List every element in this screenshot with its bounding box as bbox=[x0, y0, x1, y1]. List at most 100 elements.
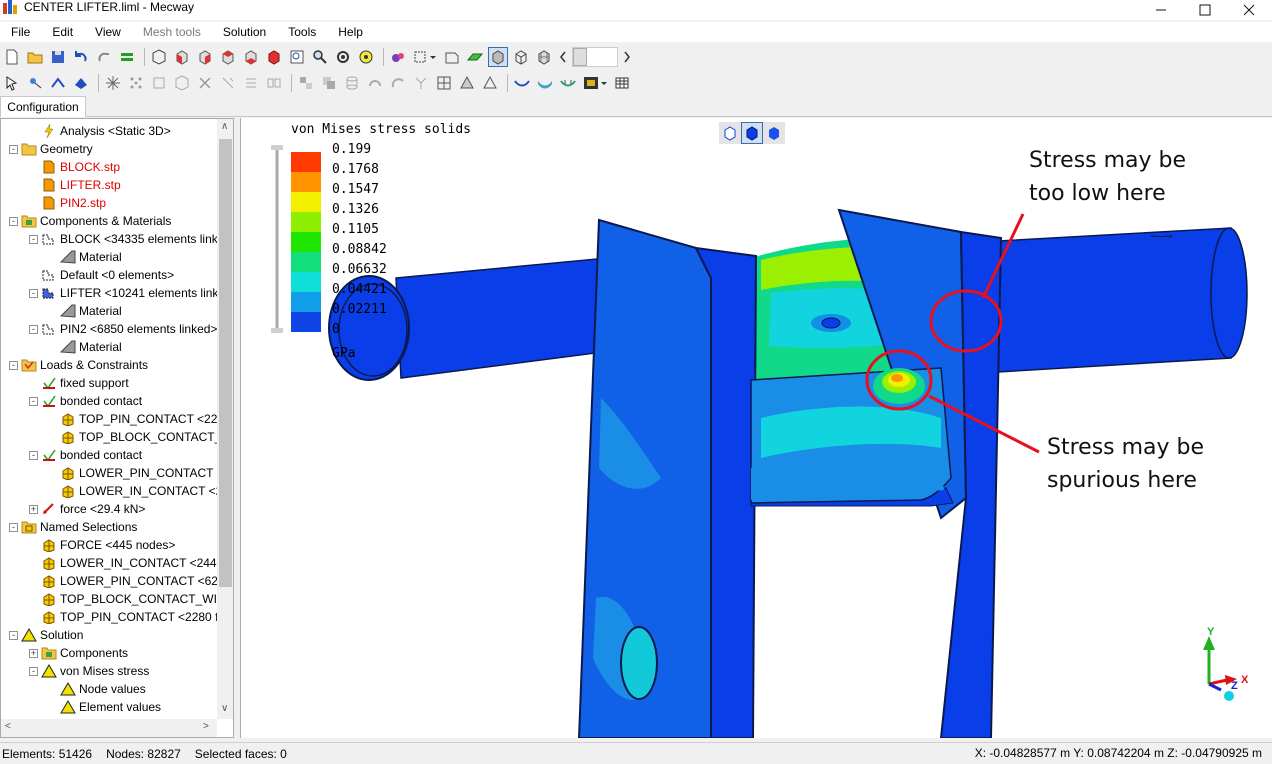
collapse-icon[interactable]: - bbox=[9, 522, 18, 532]
view-top-button[interactable] bbox=[218, 47, 238, 67]
new-file-button[interactable] bbox=[2, 47, 22, 67]
tree-item[interactable]: Material bbox=[48, 302, 122, 320]
tab-configuration[interactable]: Configuration bbox=[0, 96, 86, 117]
view-back-button[interactable] bbox=[195, 47, 215, 67]
square-button[interactable] bbox=[149, 73, 169, 93]
tree-item[interactable]: TOP_BLOCK_CONTACT_WIT bbox=[29, 590, 217, 608]
select-button[interactable] bbox=[2, 73, 22, 93]
plane-button[interactable] bbox=[465, 47, 485, 67]
tree-item[interactable]: LOWER_IN_CONTACT <244 f bbox=[29, 554, 217, 572]
refine-button[interactable] bbox=[434, 73, 454, 93]
tree-item[interactable]: - bonded contact bbox=[29, 392, 142, 410]
triangle-button[interactable] bbox=[480, 73, 500, 93]
split-button[interactable] bbox=[218, 73, 238, 93]
graphics-viewport[interactable]: von Mises stress solids 0.199 0.1768 0.154… bbox=[240, 118, 1272, 738]
fea-model-render[interactable] bbox=[241, 118, 1272, 738]
scroll-up-icon[interactable]: ∧ bbox=[221, 121, 228, 132]
tree-item[interactable]: - Loads & Constraints bbox=[9, 356, 148, 374]
scroll-down-icon[interactable]: ∨ bbox=[221, 703, 228, 714]
collapse-icon[interactable]: - bbox=[29, 396, 38, 406]
tree-item[interactable]: TOP_BLOCK_CONTACT_W bbox=[48, 428, 217, 446]
tree-item[interactable]: LOWER_IN_CONTACT <2 bbox=[48, 482, 217, 500]
mesh-view-button[interactable] bbox=[534, 47, 554, 67]
collapse-icon[interactable]: - bbox=[9, 216, 18, 226]
save-button[interactable] bbox=[48, 47, 68, 67]
previous-view-button[interactable] bbox=[557, 47, 569, 67]
explode-button[interactable] bbox=[103, 73, 123, 93]
tree-item[interactable]: BLOCK.stp bbox=[29, 158, 120, 176]
collapse-icon[interactable]: - bbox=[29, 288, 38, 298]
tree-horizontal-scrollbar[interactable]: < > bbox=[1, 719, 217, 737]
tree-item[interactable]: Node values bbox=[48, 680, 146, 698]
menu-file[interactable]: File bbox=[0, 25, 41, 39]
open-file-button[interactable] bbox=[25, 47, 45, 67]
tree-item[interactable]: Element values bbox=[48, 698, 161, 716]
mirror-button[interactable] bbox=[264, 73, 284, 93]
tree-item[interactable]: Material bbox=[48, 338, 122, 356]
tree-vertical-scrollbar[interactable]: ∧ ∨ bbox=[217, 119, 233, 719]
view-front-button[interactable] bbox=[172, 47, 192, 67]
minimize-button[interactable] bbox=[1138, 0, 1184, 20]
tree-item[interactable]: + force <29.4 kN> bbox=[29, 500, 145, 518]
extrude-button[interactable] bbox=[342, 73, 362, 93]
select-face-button[interactable] bbox=[71, 73, 91, 93]
tree-item[interactable]: fixed support bbox=[29, 374, 129, 392]
tree-item[interactable]: + Components bbox=[29, 644, 128, 662]
scroll-right-icon[interactable]: > bbox=[203, 721, 209, 732]
tree-item[interactable]: - PIN2 <6850 elements linked> bbox=[29, 320, 217, 338]
tree-item[interactable]: FORCE <445 nodes> bbox=[29, 536, 175, 554]
menu-mesh-tools[interactable]: Mesh tools bbox=[132, 25, 212, 39]
close-button[interactable] bbox=[1226, 0, 1272, 20]
tree-item[interactable]: - bonded contact bbox=[29, 446, 142, 464]
view-iso-button[interactable] bbox=[149, 47, 169, 67]
tree-item[interactable]: Material bbox=[48, 248, 122, 266]
surface-shaded-button[interactable] bbox=[535, 73, 555, 93]
hex-button[interactable] bbox=[172, 73, 192, 93]
pan-button[interactable] bbox=[356, 47, 376, 67]
tree-item[interactable]: Analysis <Static 3D> bbox=[29, 122, 171, 140]
surface-mesh-button[interactable] bbox=[558, 73, 578, 93]
menu-view[interactable]: View bbox=[84, 25, 132, 39]
view-side-button[interactable] bbox=[264, 47, 284, 67]
tree-item[interactable]: LIFTER.stp bbox=[29, 176, 121, 194]
points-button[interactable] bbox=[126, 73, 146, 93]
table-button[interactable] bbox=[612, 73, 632, 93]
view-wire-button[interactable] bbox=[719, 122, 741, 144]
collapse-icon[interactable]: - bbox=[29, 666, 38, 676]
expand-icon[interactable]: + bbox=[29, 504, 38, 514]
tree-item[interactable]: PIN2.stp bbox=[29, 194, 106, 212]
revolve-button[interactable] bbox=[365, 73, 385, 93]
collapse-icon[interactable]: - bbox=[9, 144, 18, 154]
menu-help[interactable]: Help bbox=[327, 25, 374, 39]
tree-item[interactable]: - Named Selections bbox=[9, 518, 137, 536]
tree-item[interactable]: - BLOCK <34335 elements link bbox=[29, 230, 217, 248]
scroll-left-icon[interactable]: < bbox=[5, 721, 11, 732]
copy-button[interactable] bbox=[319, 73, 339, 93]
collapse-icon[interactable]: - bbox=[9, 630, 18, 640]
branch-button[interactable] bbox=[411, 73, 431, 93]
zoom-fit-button[interactable] bbox=[287, 47, 307, 67]
menu-solution[interactable]: Solution bbox=[212, 25, 277, 39]
wireframe-button[interactable] bbox=[442, 47, 462, 67]
sweep-button[interactable] bbox=[388, 73, 408, 93]
tree-item[interactable]: - Components & Materials bbox=[9, 212, 171, 230]
tree-item[interactable]: - Geometry bbox=[9, 140, 93, 158]
view-slider[interactable] bbox=[572, 47, 618, 67]
undo-button[interactable] bbox=[71, 47, 91, 67]
render-button[interactable] bbox=[388, 47, 408, 67]
delete-button[interactable] bbox=[195, 73, 215, 93]
select-node-button[interactable] bbox=[25, 73, 45, 93]
join-button[interactable] bbox=[241, 73, 261, 93]
collapse-icon[interactable]: - bbox=[29, 234, 38, 244]
slider-thumb[interactable] bbox=[573, 48, 587, 66]
tree-item[interactable]: LOWER_PIN_CONTACT < bbox=[48, 464, 217, 482]
view-solid-button[interactable] bbox=[741, 122, 763, 144]
view-bottom-button[interactable] bbox=[241, 47, 261, 67]
transparent-view-button[interactable] bbox=[511, 47, 531, 67]
animate-button[interactable] bbox=[581, 73, 609, 93]
move-button[interactable] bbox=[296, 73, 316, 93]
collapse-icon[interactable]: - bbox=[9, 360, 18, 370]
select-mode-dropdown[interactable] bbox=[411, 47, 439, 67]
tree-item[interactable]: TOP_PIN_CONTACT <228 bbox=[48, 410, 217, 428]
zoom-button[interactable] bbox=[310, 47, 330, 67]
